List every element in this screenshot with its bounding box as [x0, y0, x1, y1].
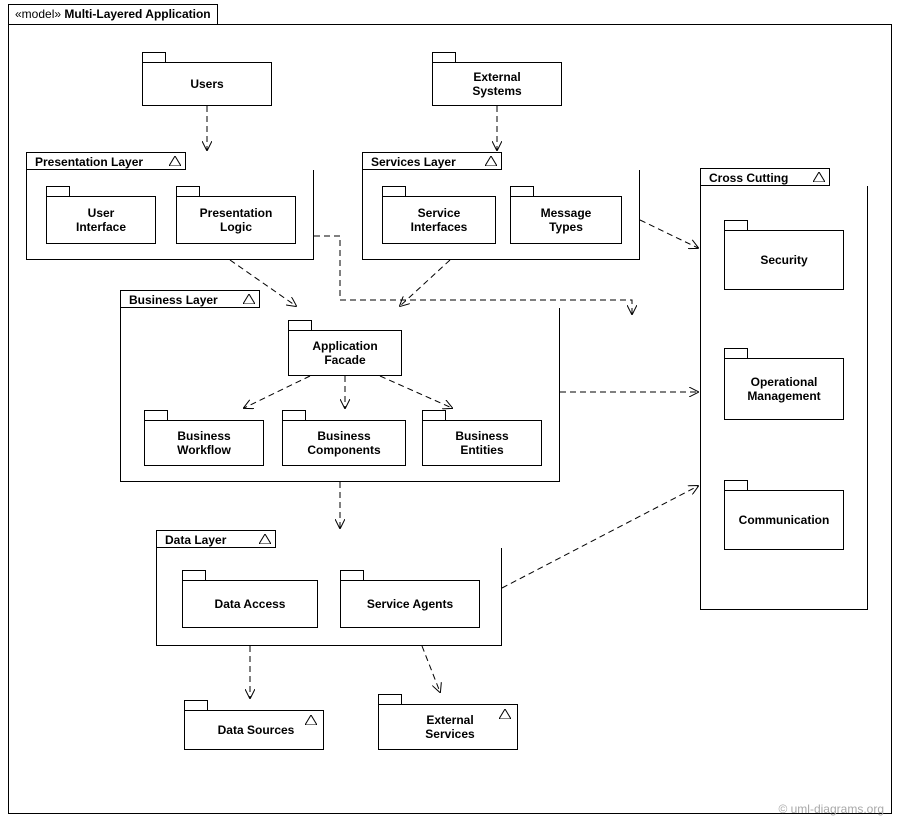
triangle-icon — [259, 534, 271, 544]
label-operational-management: OperationalManagement — [747, 375, 820, 404]
triangle-icon — [169, 156, 181, 166]
package-business-workflow: BusinessWorkflow — [144, 410, 264, 466]
package-communication: Communication — [724, 480, 844, 550]
footer-watermark: © uml-diagrams.org — [778, 802, 884, 816]
layer-services-title: Services Layer — [371, 155, 456, 169]
diagram-canvas: «model» Multi-Layered Application Users … — [0, 0, 900, 822]
label-user-interface: UserInterface — [76, 206, 126, 235]
package-message-types: MessageTypes — [510, 186, 622, 244]
label-presentation-logic: PresentationLogic — [200, 206, 273, 235]
package-service-interfaces: ServiceInterfaces — [382, 186, 496, 244]
label-external-services: ExternalServices — [387, 713, 513, 742]
package-business-entities: BusinessEntities — [422, 410, 542, 466]
package-business-components: BusinessComponents — [282, 410, 406, 466]
package-data-sources: Data Sources — [184, 700, 324, 750]
triangle-icon — [485, 156, 497, 166]
package-users: Users — [142, 52, 272, 106]
package-external-services: ExternalServices — [378, 694, 518, 750]
triangle-icon — [243, 294, 255, 304]
label-message-types: MessageTypes — [541, 206, 592, 235]
layer-data-title: Data Layer — [165, 533, 226, 547]
label-security: Security — [760, 253, 807, 267]
model-title-tab: «model» Multi-Layered Application — [8, 4, 218, 25]
model-stereotype: «model» — [15, 7, 61, 21]
triangle-icon — [813, 172, 825, 182]
package-security: Security — [724, 220, 844, 290]
package-operational-management: OperationalManagement — [724, 348, 844, 420]
layer-cross-cutting-title: Cross Cutting — [709, 171, 788, 185]
layer-business-title: Business Layer — [129, 293, 218, 307]
model-title-text: Multi-Layered Application — [64, 7, 210, 21]
package-service-agents: Service Agents — [340, 570, 480, 628]
package-presentation-logic: PresentationLogic — [176, 186, 296, 244]
label-users: Users — [190, 77, 223, 91]
label-external-systems: ExternalSystems — [472, 70, 521, 99]
label-business-entities: BusinessEntities — [455, 429, 508, 458]
label-application-facade: ApplicationFacade — [312, 339, 377, 368]
package-application-facade: ApplicationFacade — [288, 320, 402, 376]
package-data-access: Data Access — [182, 570, 318, 628]
label-service-agents: Service Agents — [367, 597, 453, 611]
package-user-interface: UserInterface — [46, 186, 156, 244]
triangle-icon — [499, 709, 511, 719]
label-communication: Communication — [739, 513, 830, 527]
label-service-interfaces: ServiceInterfaces — [411, 206, 468, 235]
triangle-icon — [305, 715, 317, 725]
label-business-components: BusinessComponents — [307, 429, 380, 458]
label-business-workflow: BusinessWorkflow — [177, 429, 231, 458]
label-data-sources: Data Sources — [193, 723, 319, 737]
label-data-access: Data Access — [215, 597, 286, 611]
package-external-systems: ExternalSystems — [432, 52, 562, 106]
layer-presentation-title: Presentation Layer — [35, 155, 143, 169]
